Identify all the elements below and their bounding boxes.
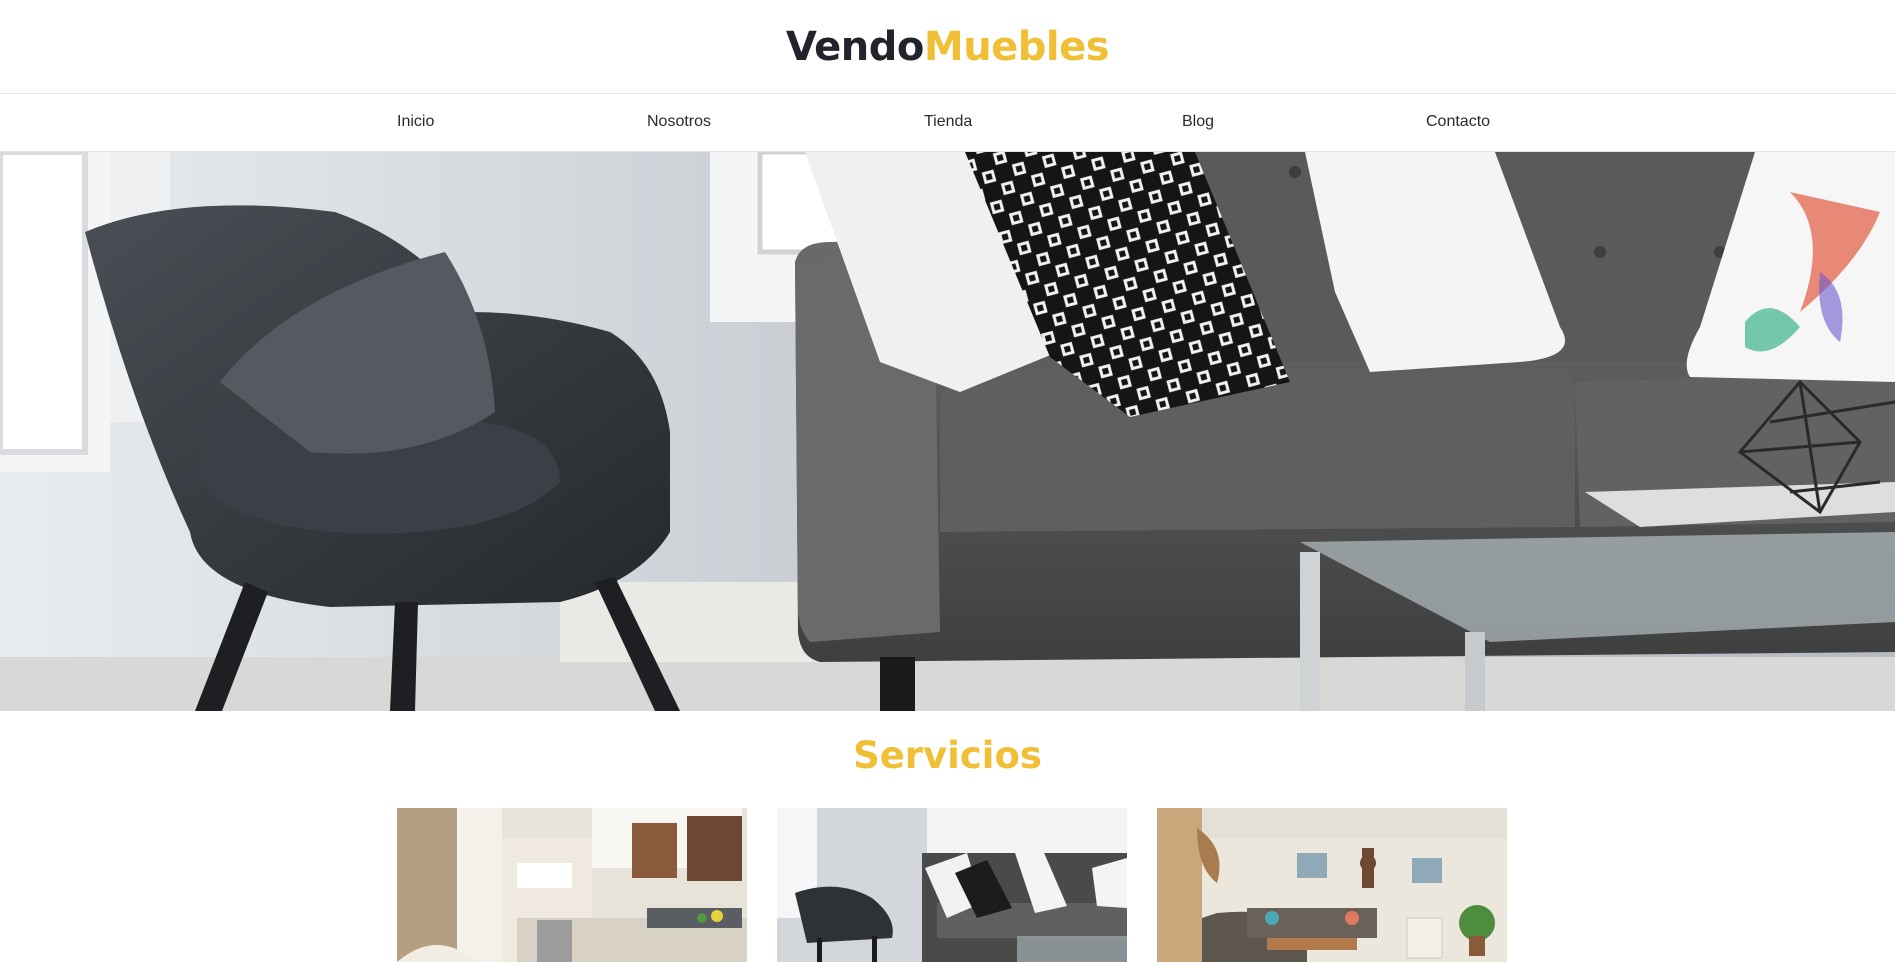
nav-link-nosotros[interactable]: Nosotros [647, 113, 711, 131]
service-card-kitchen[interactable] [397, 808, 747, 962]
service-card-lounge[interactable] [1157, 808, 1507, 962]
logo-text-muebles: Muebles [923, 23, 1110, 70]
services-title: Servicios [853, 734, 1042, 777]
nav-link-tienda[interactable]: Tienda [924, 113, 972, 131]
living-room-sofa-image [777, 808, 1127, 962]
lounge-room-image [1157, 808, 1507, 962]
nav-link-contacto[interactable]: Contacto [1426, 113, 1490, 131]
kitchen-image [397, 808, 747, 962]
nav-link-inicio[interactable]: Inicio [397, 113, 434, 131]
logo-text-vendo: Vendo [785, 23, 925, 70]
main-navigation: Inicio Nosotros Tienda Blog Contacto [0, 94, 1895, 152]
hero-living-room-image [0, 152, 1895, 711]
service-card-living-room[interactable] [777, 808, 1127, 962]
nav-link-blog[interactable]: Blog [1182, 113, 1214, 131]
hero-banner [0, 152, 1895, 711]
site-header: VendoMuebles [0, 0, 1895, 94]
site-logo[interactable]: VendoMuebles [785, 23, 1110, 70]
